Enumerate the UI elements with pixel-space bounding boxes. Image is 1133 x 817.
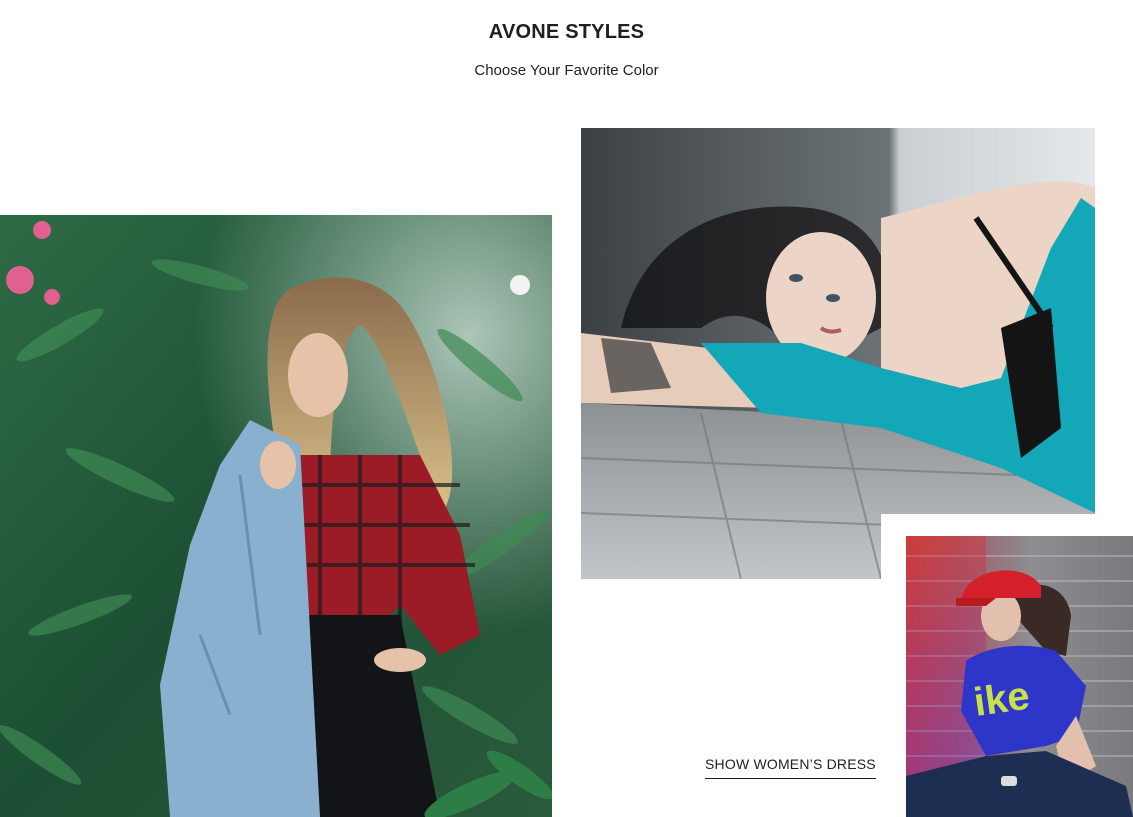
woman-red-cap-image: ike — [906, 536, 1133, 817]
woman-denim-jacket-photo[interactable] — [0, 215, 552, 817]
section-title: AVONE STYLES — [488, 20, 645, 43]
svg-text:ike: ike — [971, 674, 1032, 725]
woman-denim-jacket-image — [0, 215, 552, 817]
show-womens-dress-link[interactable]: SHOW WOMEN’S DRESS — [705, 755, 876, 779]
woman-teal-top-photo[interactable] — [581, 128, 1095, 579]
section-subtitle: Choose Your Favorite Color — [474, 62, 659, 79]
page: AVONE STYLES Choose Your Favorite Color — [0, 0, 1133, 817]
woman-red-cap-photo[interactable]: ike — [906, 536, 1133, 817]
woman-teal-top-image — [581, 128, 1095, 579]
